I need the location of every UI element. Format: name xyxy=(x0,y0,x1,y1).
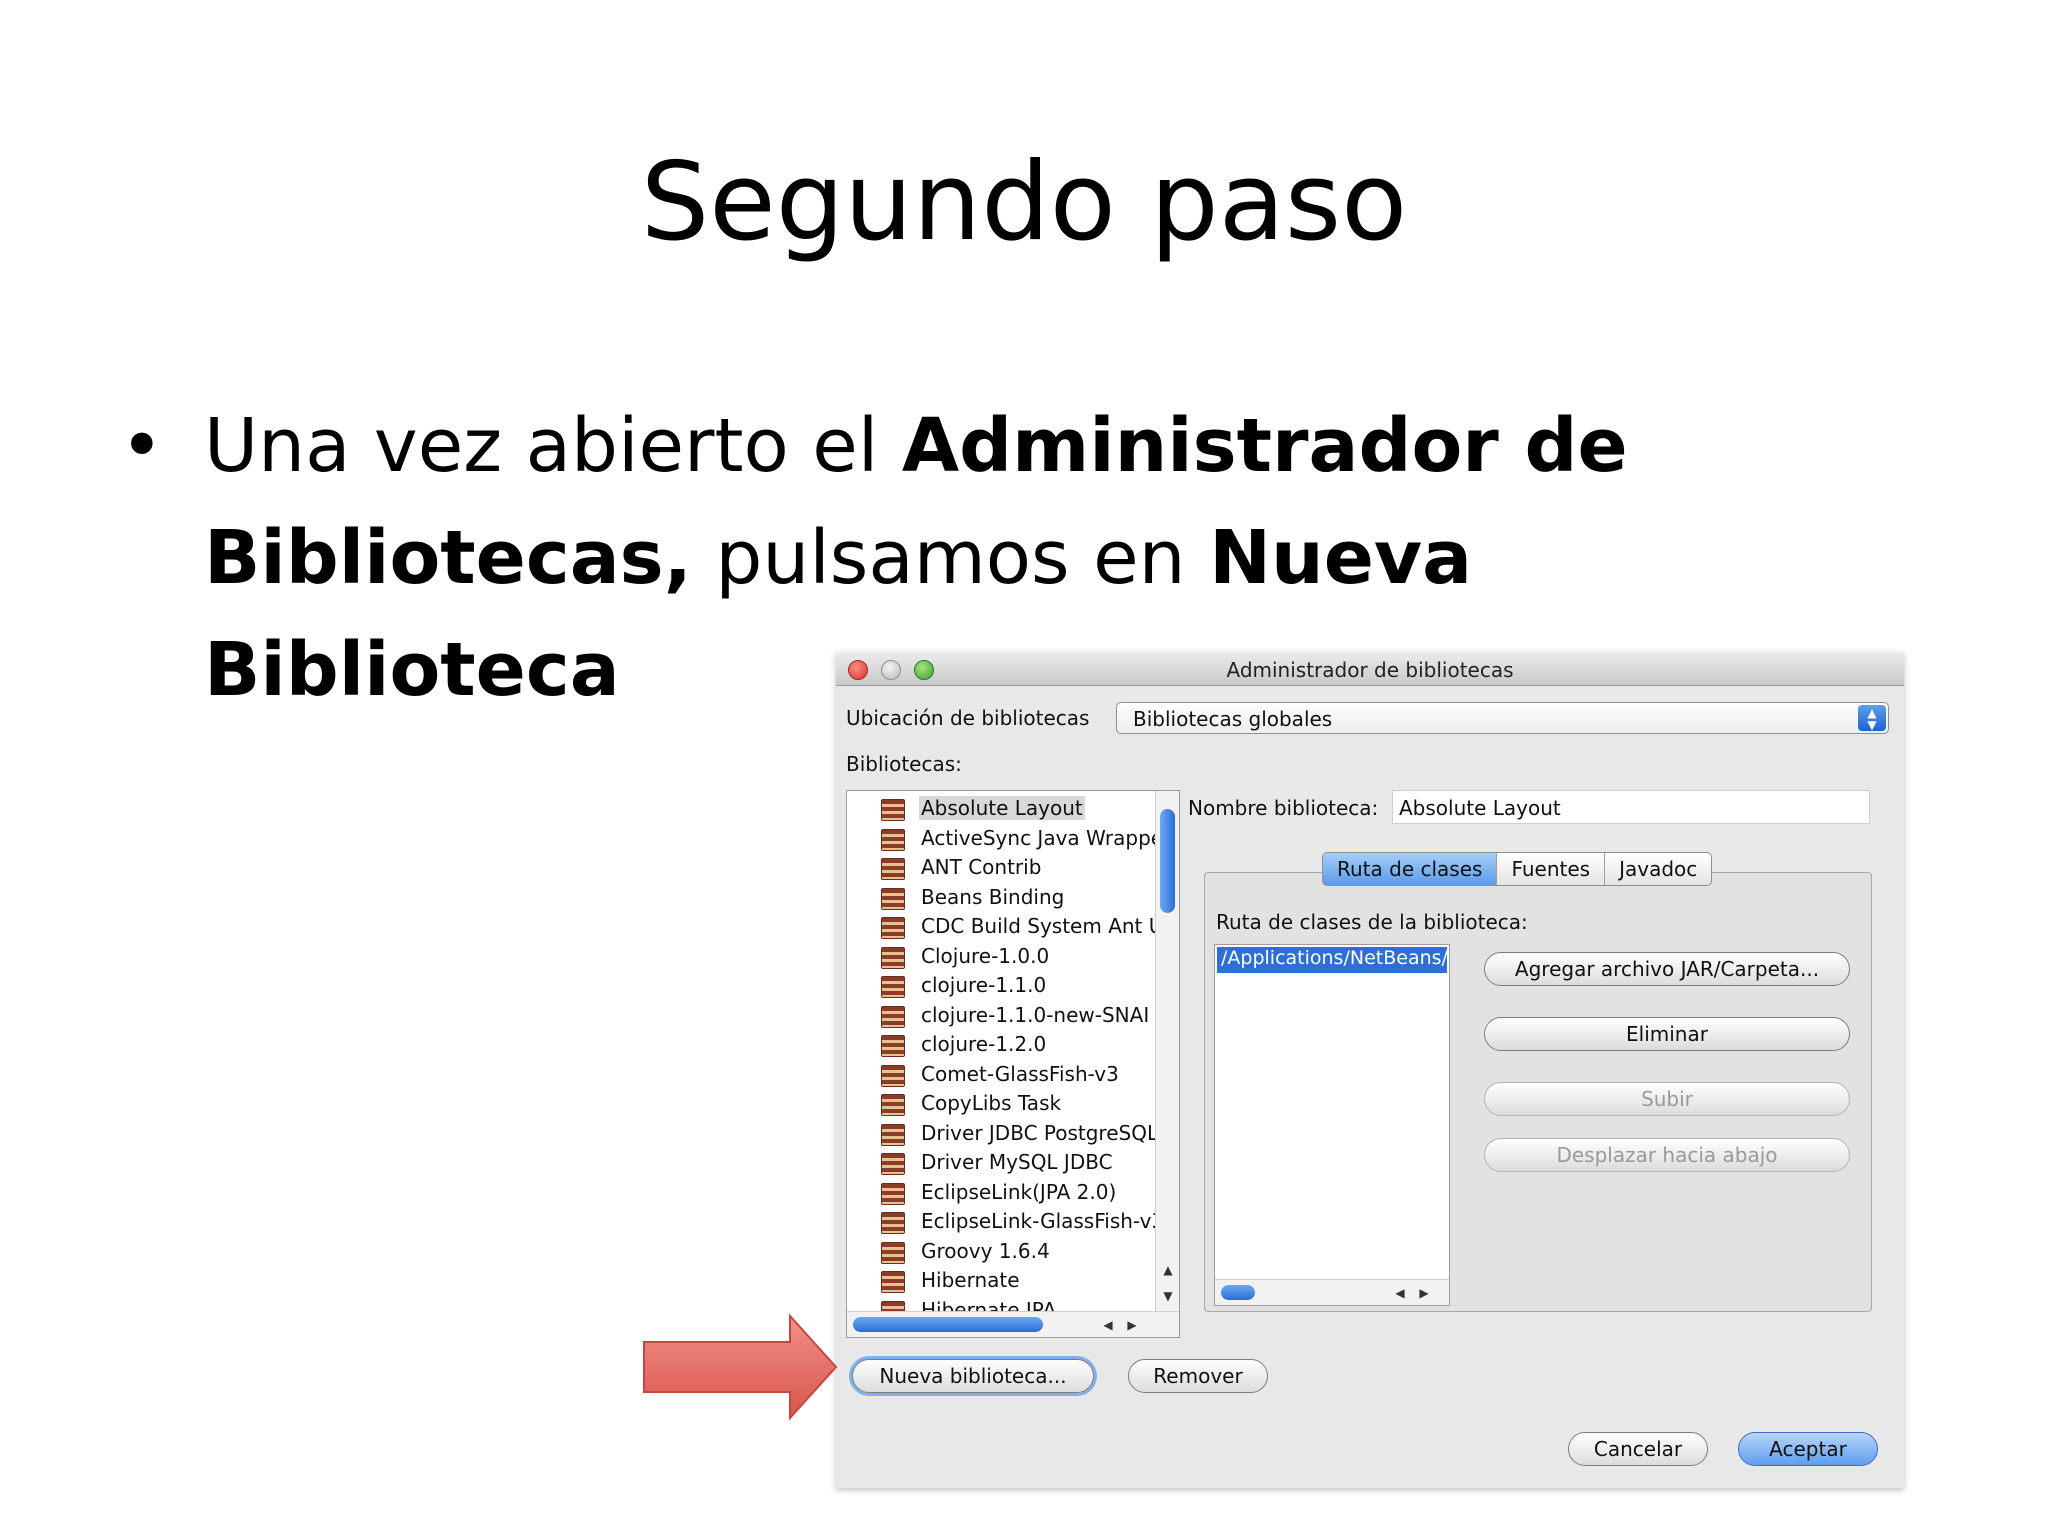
library-books-icon xyxy=(881,1094,905,1116)
tab-classpath[interactable]: Ruta de clases xyxy=(1323,853,1498,885)
library-books-icon xyxy=(881,1182,905,1205)
library-manager-window: Administrador de bibliotecas Ubicación d… xyxy=(836,652,1904,1488)
cancel-button[interactable]: Cancelar xyxy=(1568,1432,1708,1466)
library-books-icon xyxy=(881,1241,905,1264)
remove-library-button[interactable]: Remover xyxy=(1128,1359,1268,1393)
location-select-value: Bibliotecas globales xyxy=(1133,707,1333,731)
new-library-button[interactable]: Nueva biblioteca... xyxy=(852,1359,1094,1393)
library-books-icon xyxy=(881,1064,905,1087)
classpath-horizontal-scrollbar[interactable]: ◀ ▶ xyxy=(1215,1279,1449,1305)
ok-button[interactable]: Aceptar xyxy=(1738,1432,1878,1466)
scroll-left-arrow-icon[interactable]: ◀ xyxy=(1097,1316,1119,1334)
library-item-label: Absolute Layout xyxy=(919,796,1085,820)
library-books-icon xyxy=(881,799,905,821)
classpath-list[interactable]: /Applications/NetBeans/ ◀ ▶ xyxy=(1214,944,1450,1306)
library-item-label: Driver MySQL JDBC xyxy=(921,1150,1113,1174)
library-item-label: Hibernate xyxy=(921,1268,1020,1292)
library-books-icon xyxy=(881,1212,905,1234)
tab-bar: Ruta de clases Fuentes Javadoc xyxy=(1322,852,1713,886)
library-books-icon xyxy=(881,858,905,880)
library-books-icon xyxy=(881,1153,905,1175)
library-books-icon xyxy=(881,1005,905,1028)
library-item-label: clojure-1.2.0 xyxy=(921,1032,1047,1056)
library-item-label: ANT Contrib xyxy=(921,855,1042,879)
library-item-label: Groovy 1.6.4 xyxy=(921,1238,1050,1263)
classpath-scroll-thumb[interactable] xyxy=(1221,1285,1255,1300)
bullet-text-2: pulsamos en xyxy=(691,515,1210,601)
bullet-text-1: Una vez abierto el xyxy=(204,403,902,489)
library-item-label: EclipseLink-GlassFish-v3 xyxy=(921,1209,1165,1233)
title-bar: Administrador de bibliotecas xyxy=(836,652,1904,686)
libraries-vertical-scrollbar[interactable]: ▲ ▼ xyxy=(1155,791,1179,1311)
select-arrows-icon: ▲ ▼ xyxy=(1858,705,1886,731)
library-books-icon xyxy=(881,917,905,939)
library-name-value: Absolute Layout xyxy=(1399,796,1561,820)
location-label: Ubicación de bibliotecas xyxy=(846,706,1090,730)
libraries-label: Bibliotecas: xyxy=(846,752,962,776)
scroll-down-arrow-icon[interactable]: ▼ xyxy=(1157,1287,1179,1305)
tab-javadoc[interactable]: Javadoc xyxy=(1605,853,1711,885)
scroll-up-arrow-icon[interactable]: ▲ xyxy=(1157,1261,1179,1279)
move-down-button[interactable]: Desplazar hacia abajo xyxy=(1484,1138,1850,1172)
library-item-label: Clojure-1.0.0 xyxy=(921,943,1050,968)
library-books-icon xyxy=(881,1271,905,1293)
move-up-button[interactable]: Subir xyxy=(1484,1082,1850,1116)
library-item-label: EclipseLink(JPA 2.0) xyxy=(921,1179,1117,1204)
library-item-label: Comet-GlassFish-v3 xyxy=(921,1061,1119,1086)
library-item-label: CDC Build System Ant Ut xyxy=(921,914,1172,938)
library-item-label: clojure-1.1.0 xyxy=(921,973,1047,997)
location-select[interactable]: Bibliotecas globales ▲ ▼ xyxy=(1116,702,1889,734)
library-item-label: Beans Binding xyxy=(921,884,1065,909)
window-title: Administrador de bibliotecas xyxy=(1226,658,1514,682)
library-item-label: Driver JDBC PostgreSQL xyxy=(921,1120,1159,1145)
vertical-scroll-thumb[interactable] xyxy=(1160,809,1175,913)
library-books-icon xyxy=(881,946,905,969)
red-arrow-icon xyxy=(643,1313,838,1421)
library-item-label: CopyLibs Task xyxy=(921,1091,1062,1115)
add-jar-folder-button[interactable]: Agregar archivo JAR/Carpeta... xyxy=(1484,952,1850,986)
library-books-icon xyxy=(881,1035,905,1057)
slide-title: Segundo paso xyxy=(640,140,1408,265)
classpath-label: Ruta de clases de la biblioteca: xyxy=(1216,910,1528,934)
library-item-label: ActiveSync Java Wrapper xyxy=(921,825,1172,850)
library-books-icon xyxy=(881,887,905,910)
classpath-scroll-right-arrow-icon[interactable]: ▶ xyxy=(1413,1284,1435,1302)
remove-entry-button[interactable]: Eliminar xyxy=(1484,1017,1850,1051)
horizontal-scroll-thumb[interactable] xyxy=(853,1317,1043,1332)
tab-sources[interactable]: Fuentes xyxy=(1497,853,1606,885)
classpath-scroll-left-arrow-icon[interactable]: ◀ xyxy=(1389,1284,1411,1302)
bullet-dot: • xyxy=(120,403,164,489)
scroll-right-arrow-icon[interactable]: ▶ xyxy=(1121,1316,1143,1334)
library-name-field[interactable]: Absolute Layout xyxy=(1392,790,1870,824)
library-books-icon xyxy=(881,1123,905,1146)
library-name-label: Nombre biblioteca: xyxy=(1188,796,1379,820)
libraries-list[interactable]: Absolute Layout ActiveSync Java Wrapper AN… xyxy=(846,790,1180,1338)
classpath-item[interactable]: /Applications/NetBeans/ xyxy=(1217,947,1447,973)
library-books-icon xyxy=(881,976,905,998)
libraries-horizontal-scrollbar[interactable]: ◀ ▶ xyxy=(847,1311,1179,1337)
library-item-label: clojure-1.1.0-new-SNAI xyxy=(921,1002,1150,1027)
library-books-icon xyxy=(881,828,905,851)
